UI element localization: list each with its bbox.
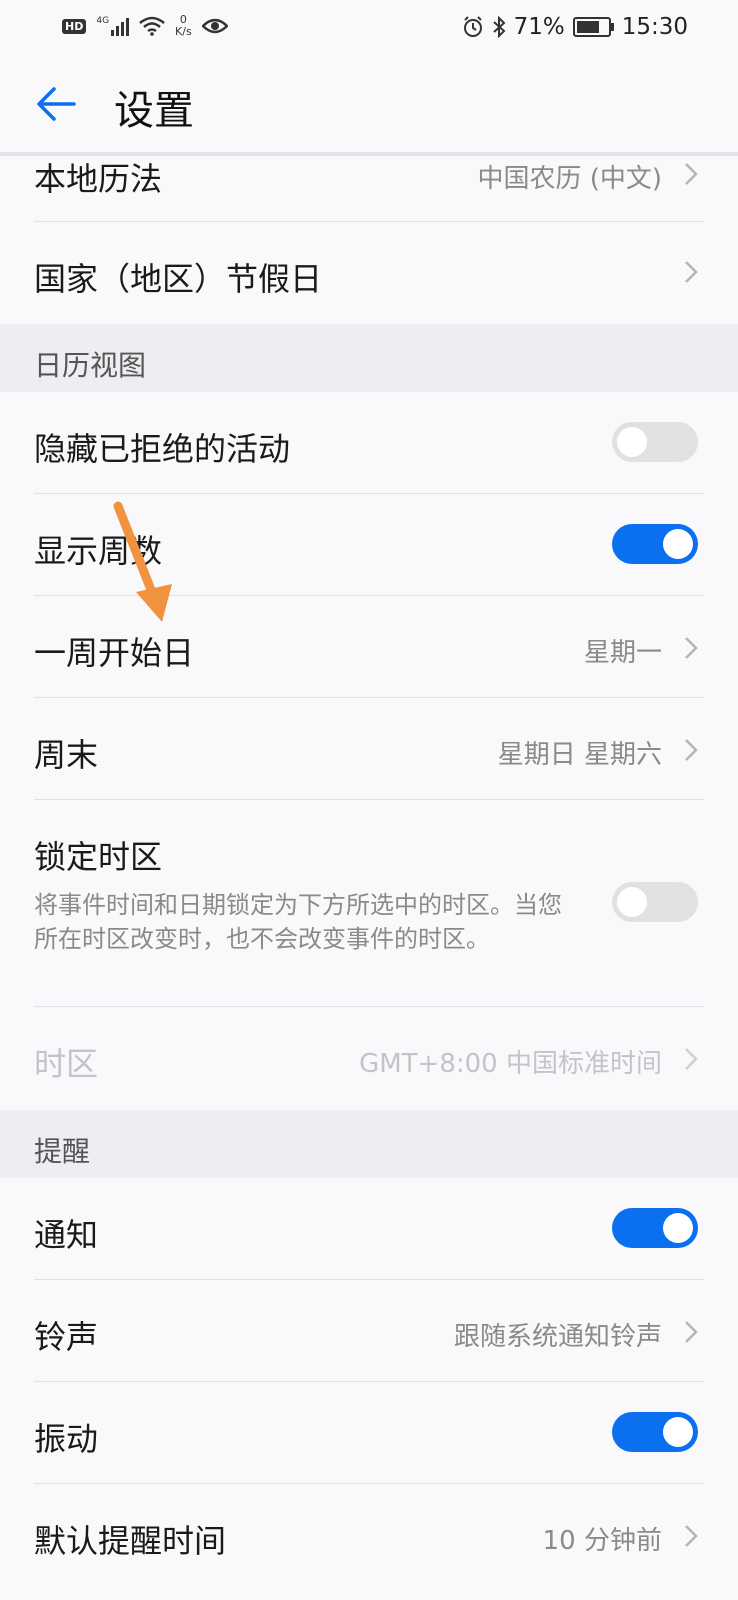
hide-declined-toggle[interactable] [612,422,698,462]
lock-timezone-description: 将事件时间和日期锁定为下方所选中的时区。当您所在时区改变时，也不会改变事件的时区… [34,891,562,953]
lock-timezone-label: 锁定时区 [34,838,163,876]
default-reminder-label: 默认提醒时间 [34,1522,227,1560]
notification-toggle[interactable] [612,1208,698,1248]
chevron-right-icon [685,1048,698,1070]
timezone-value: GMT+8:00 中国标准时间 [359,1049,662,1079]
ringtone-row[interactable]: 铃声 跟随系统通知铃声 [34,1280,704,1382]
chevron-right-icon [685,1321,698,1343]
section-title: 提醒 [34,1135,91,1168]
network-type: 4G [96,16,110,26]
ringtone-value: 跟随系统通知铃声 [453,1322,662,1352]
week-start-value: 星期一 [583,638,662,668]
annotation-arrow-icon [113,501,172,622]
status-left: HD 4G 0 K/s [62,14,228,38]
timezone-label: 时区 [34,1045,99,1083]
alarm-icon [463,16,482,37]
clock: 15:30 [621,14,688,40]
toggle-knob [617,887,647,917]
local-calendar-value: 中国农历 (中文) [477,164,662,194]
weekend-row[interactable]: 周末 星期日 星期六 [34,698,704,800]
chevron-right-icon [685,1525,698,1547]
ringtone-label: 铃声 [34,1318,99,1356]
section-title: 日历视图 [34,349,147,382]
notification-row: 通知 [34,1178,704,1280]
toggle-knob [663,529,693,559]
toggle-knob [617,427,647,457]
eye-icon [201,18,228,34]
lock-timezone-toggle[interactable] [612,882,698,922]
vibration-toggle[interactable] [612,1412,698,1452]
network-speed: 0 K/s [175,14,192,38]
lock-timezone-row: 锁定时区 将事件时间和日期锁定为下方所选中的时区。当您所在时区改变时，也不会改变… [34,800,704,1007]
section-header-calendar-view: 日历视图 [0,324,738,392]
chevron-right-icon [685,163,698,185]
bluetooth-icon [492,16,506,38]
holidays-row[interactable]: 国家（地区）节假日 [34,222,704,324]
default-reminder-value: 10 分钟前 [542,1526,662,1556]
vibration-row: 振动 [34,1382,704,1484]
chevron-right-icon [685,261,698,283]
toggle-knob [663,1213,693,1243]
week-start-label: 一周开始日 [34,634,195,672]
chevron-right-icon [685,637,698,659]
default-reminder-row[interactable]: 默认提醒时间 10 分钟前 [34,1484,704,1586]
show-week-number-toggle[interactable] [612,524,698,564]
settings-list: 本地历法 中国农历 (中文) 国家（地区）节假日 日历视图 隐藏已拒绝的活动 显… [0,152,738,1586]
page-title: 设置 [114,88,194,134]
vibration-label: 振动 [34,1420,99,1458]
local-calendar-row[interactable]: 本地历法 中国农历 (中文) [34,152,704,222]
timezone-row[interactable]: 时区 GMT+8:00 中国标准时间 [34,1007,704,1110]
battery-icon [572,17,614,37]
battery-percent: 71% [513,14,565,40]
weekend-label: 周末 [34,736,99,774]
signal-icon: 4G [96,16,130,36]
toggle-knob [663,1417,693,1447]
local-calendar-label: 本地历法 [34,160,163,198]
app-bar: 设置 [0,56,738,156]
speed-unit: K/s [175,25,192,38]
wifi-icon [139,16,165,36]
notification-label: 通知 [34,1216,99,1254]
back-arrow-icon[interactable] [36,84,76,124]
weekend-value: 星期日 星期六 [497,740,662,770]
status-bar: HD 4G 0 K/s 71% 15:30 [0,0,738,56]
status-right: 71% 15:30 [462,14,688,40]
hd-badge: HD [62,18,87,34]
section-header-reminder: 提醒 [0,1110,738,1178]
hide-declined-label: 隐藏已拒绝的活动 [34,430,291,468]
chevron-right-icon [685,739,698,761]
holidays-label: 国家（地区）节假日 [34,260,323,298]
hide-declined-row: 隐藏已拒绝的活动 [34,392,704,494]
